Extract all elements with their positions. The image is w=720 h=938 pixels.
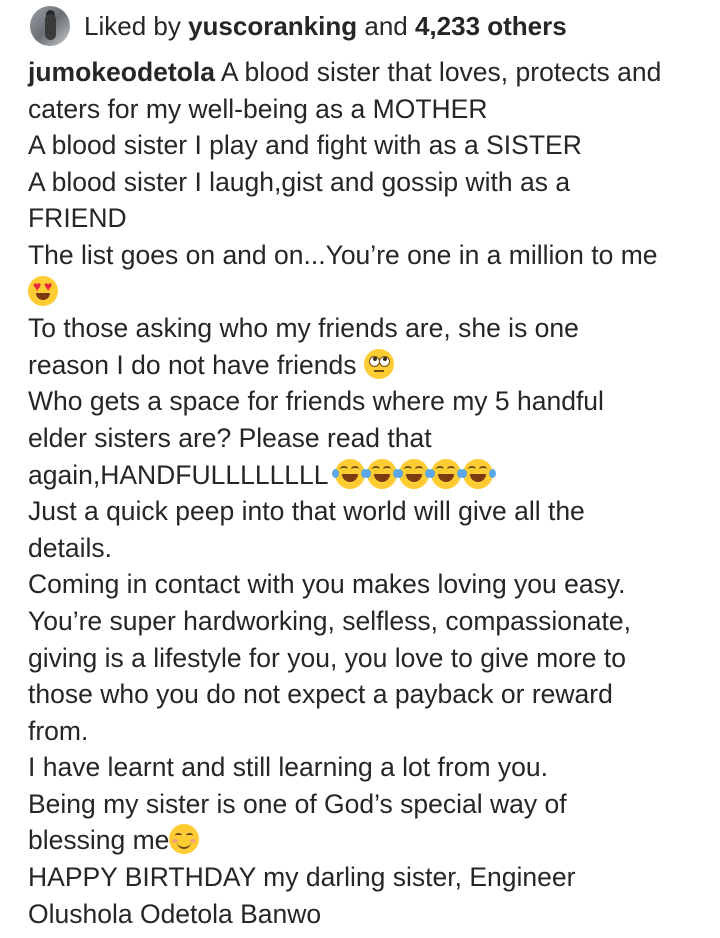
tears-of-joy-emoji-icon (331, 458, 368, 489)
caption-line: The list goes on and on...You’re one in … (28, 239, 658, 270)
caption-line: those who you do not expect a payback or… (28, 679, 613, 710)
caption-line: Being my sister is one of God’s special … (28, 788, 567, 819)
caption-text: reason I do not have friends (28, 349, 364, 380)
caption-line (28, 274, 708, 311)
tears-of-joy-emoji-icon (395, 458, 432, 489)
caption-line: giving is a lifestyle for you, you love … (28, 642, 627, 673)
caption-line: details. (28, 532, 112, 563)
caption-line: Just a quick peep into that world will g… (28, 496, 585, 527)
caption-text: blessing me (28, 825, 170, 856)
caption-line: elder sisters are? Please read that (28, 422, 432, 453)
smiling-face-emoji-icon (169, 824, 200, 855)
tears-of-joy-emoji-icon (427, 458, 464, 489)
liked-by-user[interactable]: yuscoranking (188, 11, 357, 41)
post-caption: jumokeodetola A blood sister that loves,… (28, 54, 708, 932)
likes-row[interactable]: Liked by yuscoranking and 4,233 others (30, 4, 567, 48)
tears-of-joy-emoji-icon (363, 458, 400, 489)
likes-count[interactable]: 4,233 others (415, 11, 567, 41)
caption-line: HAPPY BIRTHDAY my darling sister, Engine… (28, 862, 576, 893)
caption-line: reason I do not have friends (28, 347, 708, 384)
caption-line: blessing me (28, 822, 708, 859)
tears-of-joy-emoji-icon (459, 458, 496, 489)
caption-line: caters for my well-being as a MOTHER (28, 93, 488, 124)
caption-username[interactable]: jumokeodetola (28, 57, 215, 87)
caption-line: from. (28, 715, 89, 746)
caption-text: again,HANDFULLLLLLLL (28, 459, 335, 490)
caption-line: Who gets a space for friends where my 5 … (28, 386, 604, 417)
caption-line: FRIEND (28, 203, 127, 234)
caption-line: You’re super hardworking, selfless, comp… (28, 605, 631, 636)
caption-line: jumokeodetola A blood sister that loves,… (28, 54, 708, 91)
caption-line: A blood sister I laugh,gist and gossip w… (28, 166, 571, 197)
caption-line: Coming in contact with you makes loving … (28, 569, 626, 600)
caption-line: Olushola Odetola Banwo (28, 898, 322, 929)
likes-and: and (357, 10, 415, 41)
heart-eyes-emoji-icon (28, 275, 58, 306)
avatar[interactable] (30, 6, 70, 46)
caption-line: To those asking who my friends are, she … (28, 313, 579, 344)
eye-roll-emoji-icon (363, 348, 394, 379)
caption-line: I have learnt and still learning a lot f… (28, 752, 548, 783)
likes-text[interactable]: Liked by yuscoranking and 4,233 others (84, 11, 567, 42)
caption-text: A blood sister that loves, protects and (215, 57, 662, 87)
caption-line: again,HANDFULLLLLLLL (28, 457, 708, 494)
caption-line: A blood sister I play and fight with as … (28, 130, 582, 161)
likes-prefix: Liked by (84, 10, 189, 41)
